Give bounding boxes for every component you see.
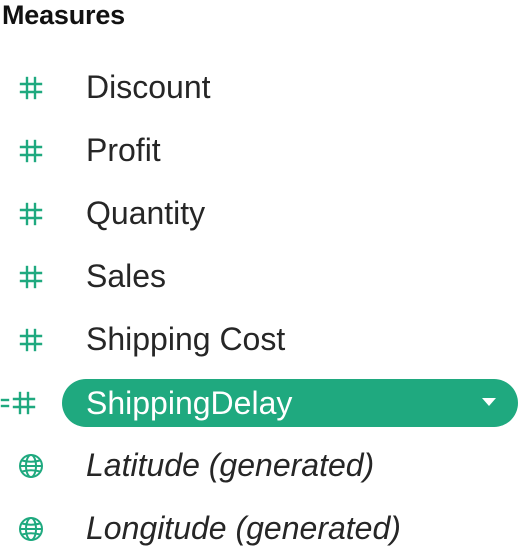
measures-list: Discount Profit Quantity Sales Shipping … (0, 56, 521, 560)
field-profit[interactable]: Profit (0, 119, 521, 182)
field-label: ShippingDelay (86, 385, 293, 421)
field-latitude-generated[interactable]: Latitude (generated) (0, 434, 521, 497)
field-longitude-generated[interactable]: Longitude (generated) (0, 497, 521, 560)
measures-panel: Measures Discount Profit Quantity Sales … (0, 0, 521, 549)
number-hash-icon (14, 119, 48, 182)
field-quantity[interactable]: Quantity (0, 182, 521, 245)
field-shipping-delay[interactable]: ShippingDelay (0, 371, 521, 434)
field-sales[interactable]: Sales (0, 245, 521, 308)
section-title: Measures (2, 0, 125, 30)
field-discount[interactable]: Discount (0, 56, 521, 119)
globe-icon (14, 434, 48, 497)
field-label: Profit (86, 132, 161, 168)
field-label: Longitude (generated) (86, 510, 401, 546)
number-hash-icon (14, 182, 48, 245)
field-label: Discount (86, 69, 211, 105)
field-label: Shipping Cost (86, 321, 286, 357)
chevron-down-icon[interactable] (482, 398, 496, 406)
number-hash-icon (14, 308, 48, 371)
field-label: Sales (86, 258, 167, 294)
field-shipping-cost[interactable]: Shipping Cost (0, 308, 521, 371)
selected-field-pill[interactable]: ShippingDelay (62, 379, 518, 427)
number-hash-icon (14, 56, 48, 119)
field-label: Latitude (generated) (86, 447, 375, 483)
globe-icon (14, 497, 48, 560)
field-label: Quantity (86, 195, 206, 231)
calculated-number-icon (0, 371, 48, 434)
number-hash-icon (14, 245, 48, 308)
